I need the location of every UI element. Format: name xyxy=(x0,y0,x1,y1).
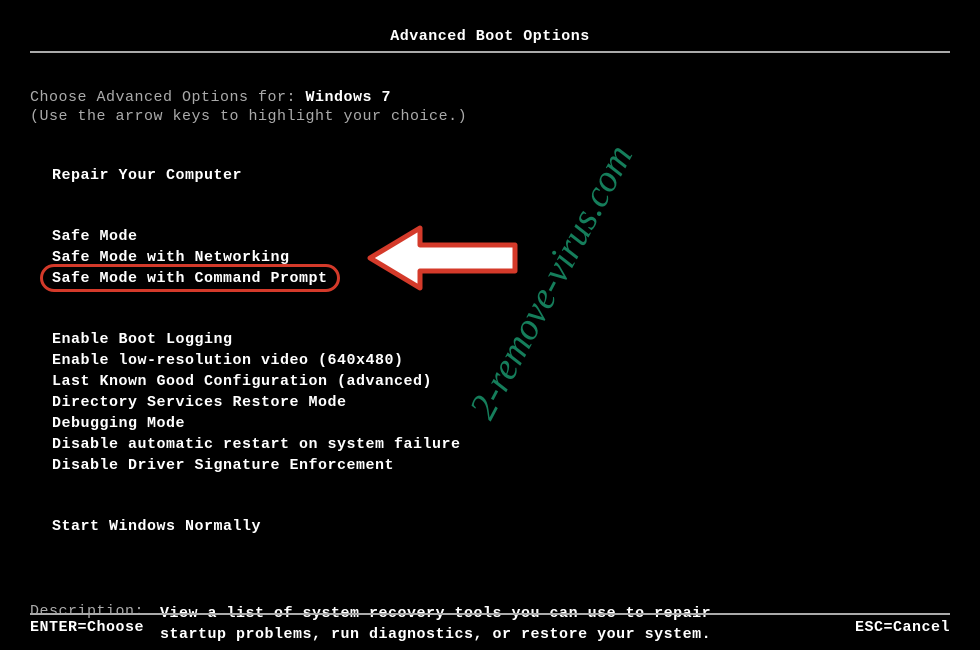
menu-item-start-windows-normally[interactable]: Start Windows Normally xyxy=(52,516,950,537)
boot-menu: Repair Your Computer Safe Mode Safe Mode… xyxy=(30,165,950,537)
menu-item-low-resolution-video[interactable]: Enable low-resolution video (640x480) xyxy=(52,350,950,371)
menu-group-advanced: Enable Boot Logging Enable low-resolutio… xyxy=(52,329,950,476)
choose-prefix: Choose Advanced Options for: xyxy=(30,89,306,106)
menu-item-enable-boot-logging[interactable]: Enable Boot Logging xyxy=(52,329,950,350)
menu-item-safe-mode-command-prompt[interactable]: Safe Mode with Command Prompt xyxy=(52,268,328,289)
menu-group-repair: Repair Your Computer xyxy=(52,165,950,186)
menu-item-safe-mode[interactable]: Safe Mode xyxy=(52,226,950,247)
menu-item-last-known-good-config[interactable]: Last Known Good Configuration (advanced) xyxy=(52,371,950,392)
menu-item-disable-driver-signature[interactable]: Disable Driver Signature Enforcement xyxy=(52,455,950,476)
choose-line: Choose Advanced Options for: Windows 7 xyxy=(30,89,950,106)
menu-group-normal: Start Windows Normally xyxy=(52,516,950,537)
page-title: Advanced Boot Options xyxy=(30,28,950,51)
menu-item-disable-auto-restart[interactable]: Disable automatic restart on system fail… xyxy=(52,434,950,455)
footer-esc-hint: ESC=Cancel xyxy=(855,619,950,636)
menu-item-directory-services-restore[interactable]: Directory Services Restore Mode xyxy=(52,392,950,413)
footer: ENTER=Choose ESC=Cancel xyxy=(30,613,950,636)
os-name: Windows 7 xyxy=(306,89,392,106)
menu-item-safe-mode-networking[interactable]: Safe Mode with Networking xyxy=(52,247,950,268)
boot-options-screen: Advanced Boot Options Choose Advanced Op… xyxy=(0,0,980,650)
footer-divider xyxy=(30,613,950,615)
menu-item-repair-your-computer[interactable]: Repair Your Computer xyxy=(52,165,950,186)
arrow-keys-hint: (Use the arrow keys to highlight your ch… xyxy=(30,108,950,125)
menu-group-safe-mode: Safe Mode Safe Mode with Networking Safe… xyxy=(52,226,950,289)
title-divider xyxy=(30,51,950,53)
menu-item-debugging-mode[interactable]: Debugging Mode xyxy=(52,413,950,434)
footer-enter-hint: ENTER=Choose xyxy=(30,619,144,636)
